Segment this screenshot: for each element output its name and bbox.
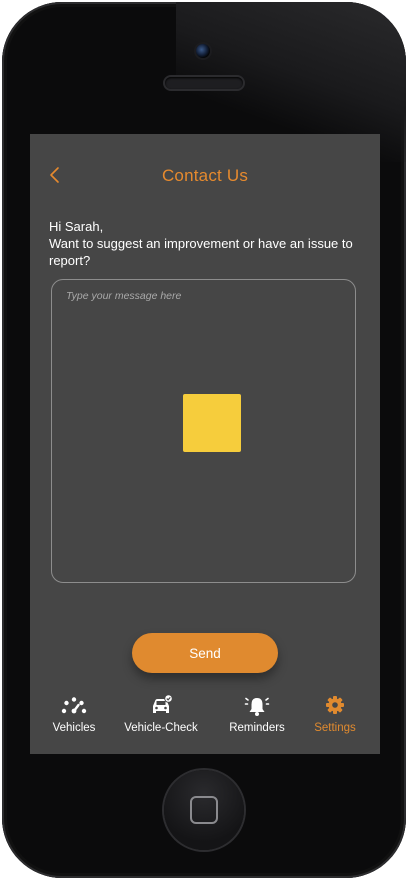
bell-icon [244,697,270,716]
home-button[interactable] [164,770,244,850]
greeting-line-2: Want to suggest an improvement or have a… [49,236,353,268]
send-button[interactable]: Send [132,633,278,673]
yellow-square [183,394,241,452]
tab-label-vehicle-check: Vehicle-Check [124,722,198,734]
car-check-icon [153,694,173,713]
tab-vehicles[interactable]: Vehicles [42,692,106,754]
tab-label-vehicles: Vehicles [52,722,96,734]
phone-frame: Contact Us Hi Sarah, Want to suggest an … [2,2,406,878]
tab-reminders[interactable]: Reminders [222,692,292,754]
greeting-line-1: Hi Sarah, [49,219,104,234]
message-box[interactable] [51,279,356,583]
front-camera [196,44,210,58]
gauge-icon [61,697,87,714]
earpiece-speaker [165,77,243,89]
header: Contact Us [30,160,380,190]
tab-label-reminders: Reminders [229,722,285,734]
message-input[interactable] [66,290,336,302]
greeting-text: Hi Sarah, Want to suggest an improvement… [49,218,369,269]
tab-bar: Vehicles Vehicle-Check Reminders Setting… [30,692,380,754]
home-square-icon [190,796,218,824]
gear-icon [326,696,344,714]
app-screen: Contact Us Hi Sarah, Want to suggest an … [30,134,380,754]
tab-label-settings: Settings [314,722,356,734]
tab-settings[interactable]: Settings [308,692,362,754]
page-title: Contact Us [161,166,249,185]
tab-vehicle-check[interactable]: Vehicle-Check [118,692,204,754]
